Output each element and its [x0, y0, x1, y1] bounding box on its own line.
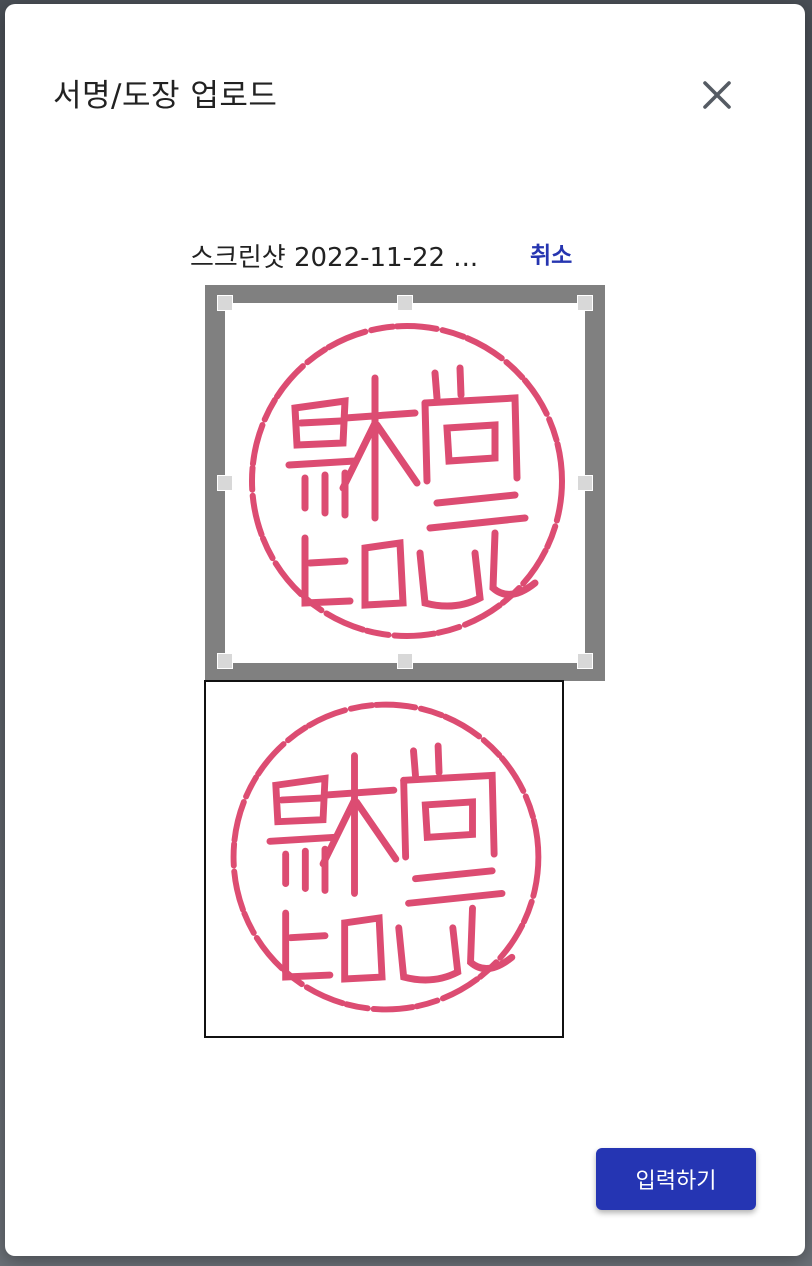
- upload-dialog: 서명/도장 업로드 스크린샷 2022-11-22 ... 취소 입력하기: [5, 4, 805, 1256]
- crop-handle-bottom-right[interactable]: [577, 653, 593, 669]
- file-row: 스크린샷 2022-11-22 ... 취소: [190, 238, 590, 278]
- dialog-title: 서명/도장 업로드: [53, 78, 278, 114]
- crop-handle-top-right[interactable]: [577, 295, 593, 311]
- close-button[interactable]: [696, 74, 738, 116]
- submit-button[interactable]: 입력하기: [596, 1148, 756, 1210]
- crop-area[interactable]: [205, 285, 605, 681]
- crop-handle-top-center[interactable]: [397, 295, 413, 311]
- stamp-image: [249, 323, 565, 639]
- crop-handle-middle-right[interactable]: [577, 475, 593, 491]
- stamp-preview-image: [230, 701, 542, 1013]
- crop-handle-middle-left[interactable]: [217, 475, 233, 491]
- crop-handle-top-left[interactable]: [217, 295, 233, 311]
- crop-handle-bottom-center[interactable]: [397, 653, 413, 669]
- crop-image: [225, 303, 585, 663]
- cancel-link[interactable]: 취소: [530, 236, 572, 276]
- stamp-preview: [204, 680, 564, 1038]
- file-name: 스크린샷 2022-11-22 ...: [190, 243, 479, 273]
- crop-handle-bottom-left[interactable]: [217, 653, 233, 669]
- close-icon: [703, 81, 731, 109]
